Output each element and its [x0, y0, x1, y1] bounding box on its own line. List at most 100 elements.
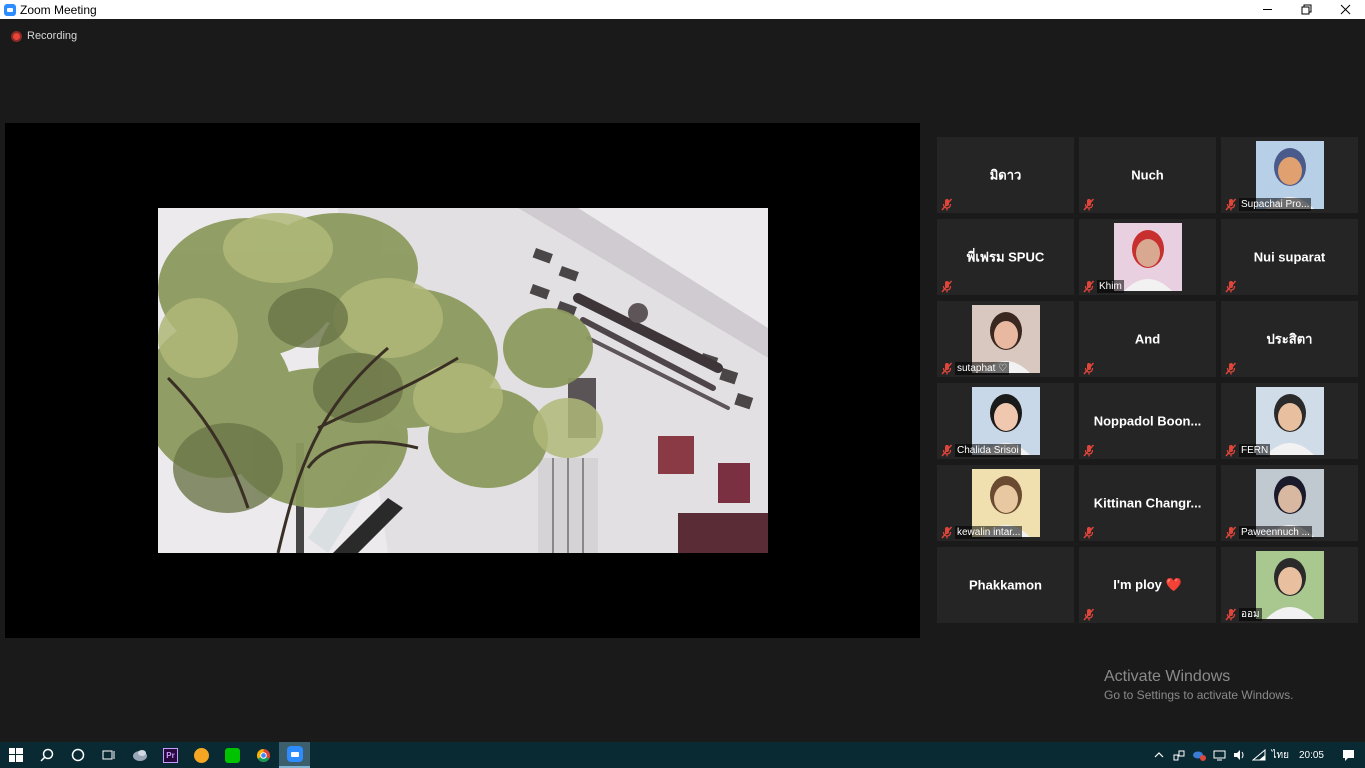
speaker-icon — [1233, 750, 1244, 760]
wifi-tray[interactable] — [1249, 742, 1269, 768]
chrome-button[interactable] — [248, 742, 279, 768]
participant-footer — [1082, 444, 1095, 457]
participant-name: มิดาว — [989, 167, 1022, 183]
participant-footer: kewalin intar... — [940, 526, 1023, 539]
participant-tile[interactable]: sutaphat ♡ — [937, 301, 1074, 377]
muted-mic-icon — [1225, 444, 1237, 457]
participant-tile[interactable]: Supachai Pro... — [1221, 137, 1358, 213]
activate-windows-title: Activate Windows — [1104, 668, 1231, 685]
participant-tile[interactable]: FERN — [1221, 383, 1358, 459]
line-button[interactable] — [217, 742, 248, 768]
windows-start-icon — [8, 748, 23, 762]
participant-name: Nui suparat — [1253, 249, 1326, 265]
participant-name: พี่เฟรม SPUC — [966, 249, 1045, 265]
cortana-button[interactable] — [62, 742, 93, 768]
participant-tile[interactable]: มิดาว — [937, 137, 1074, 213]
building-video-image — [158, 208, 768, 553]
minimize-button[interactable] — [1248, 0, 1287, 19]
search-button[interactable] — [31, 742, 62, 768]
close-button[interactable] — [1326, 0, 1365, 19]
line-icon — [225, 747, 240, 763]
muted-mic-icon — [1225, 198, 1237, 211]
participant-name: Phakkamon — [969, 577, 1042, 593]
participant-name: Khim — [1097, 280, 1124, 293]
taskbar-app-button[interactable] — [124, 742, 155, 768]
display-tray[interactable] — [1209, 742, 1229, 768]
participant-tile[interactable]: ประสิตา — [1221, 301, 1358, 377]
participant-footer — [1082, 526, 1095, 539]
recording-indicator[interactable]: Recording — [11, 30, 77, 42]
muted-mic-icon — [1225, 280, 1237, 293]
participant-tile[interactable]: I'm ploy ❤️ — [1079, 547, 1216, 623]
participant-name: Supachai Pro... — [1239, 198, 1312, 211]
action-center-button[interactable] — [1332, 742, 1365, 768]
task-view-icon — [102, 750, 114, 760]
language-indicator[interactable]: ไทย — [1269, 742, 1290, 768]
search-icon — [39, 748, 53, 762]
restore-button[interactable] — [1287, 0, 1326, 19]
task-view-button[interactable] — [93, 742, 124, 768]
window-controls — [1248, 0, 1365, 19]
muted-mic-icon — [941, 280, 953, 293]
premiere-button[interactable]: Pr — [155, 742, 186, 768]
participant-tile[interactable]: And — [1079, 301, 1216, 377]
start-button[interactable] — [0, 742, 31, 768]
chrome-icon — [256, 748, 271, 762]
participant-tile[interactable]: Nuch — [1079, 137, 1216, 213]
participant-tile[interactable]: ออม — [1221, 547, 1358, 623]
participant-footer — [940, 280, 953, 293]
browser-icon — [194, 747, 209, 763]
zoom-taskbar-button[interactable] — [279, 742, 310, 768]
system-tray: ไทย 20:05 — [1149, 742, 1365, 768]
muted-mic-icon — [1083, 526, 1095, 539]
title-bar: Zoom Meeting — [0, 0, 1365, 19]
participant-footer — [1082, 362, 1095, 375]
participant-tile[interactable]: kewalin intar... — [937, 465, 1074, 541]
taskbar-clock[interactable]: 20:05 — [1291, 750, 1332, 761]
participant-tile[interactable]: Nui suparat — [1221, 219, 1358, 295]
network-tray[interactable] — [1169, 742, 1189, 768]
close-icon — [1340, 4, 1351, 15]
participant-tile[interactable]: Khim — [1079, 219, 1216, 295]
muted-mic-icon — [941, 362, 953, 375]
participant-tile[interactable]: Kittinan Changr... — [1079, 465, 1216, 541]
participant-name: sutaphat ♡ — [955, 362, 1010, 375]
participant-tile[interactable]: Noppadol Boon... — [1079, 383, 1216, 459]
muted-mic-icon — [1083, 362, 1095, 375]
participant-footer — [1224, 280, 1237, 293]
participant-footer — [940, 198, 953, 211]
chevron-up-icon — [1155, 752, 1164, 758]
participant-name: Nuch — [1131, 167, 1164, 183]
participant-name: ออม — [1239, 608, 1262, 621]
muted-mic-icon — [1083, 444, 1095, 457]
record-icon — [11, 30, 22, 42]
participant-name: Noppadol Boon... — [1093, 413, 1202, 429]
wifi-icon — [1252, 749, 1266, 761]
minimize-icon — [1263, 9, 1272, 10]
app-icon — [132, 750, 147, 761]
volume-tray[interactable] — [1229, 742, 1249, 768]
muted-mic-icon — [941, 198, 953, 211]
participant-name: And — [1134, 331, 1161, 347]
browser-button[interactable] — [186, 742, 217, 768]
muted-mic-icon — [941, 526, 953, 539]
participant-tile[interactable]: พี่เฟรม SPUC — [937, 219, 1074, 295]
participant-footer — [1082, 198, 1095, 211]
participant-name: I'm ploy ❤️ — [1113, 577, 1182, 592]
windows-taskbar: Pr ไทย 20:05 — [0, 742, 1365, 768]
participant-footer: sutaphat ♡ — [940, 362, 1010, 375]
participant-tile[interactable]: Chalida Srisoi — [937, 383, 1074, 459]
show-hidden-icons[interactable] — [1149, 742, 1169, 768]
window-title: Zoom Meeting — [20, 2, 97, 17]
restore-icon — [1301, 4, 1312, 15]
participant-footer — [1082, 608, 1095, 621]
participant-footer: Khim — [1082, 280, 1124, 293]
onedrive-tray[interactable] — [1189, 742, 1209, 768]
muted-mic-icon — [941, 444, 953, 457]
shared-video — [158, 208, 768, 553]
participant-tile[interactable]: Paweennuch ... — [1221, 465, 1358, 541]
muted-mic-icon — [1083, 198, 1095, 211]
muted-mic-icon — [1225, 526, 1237, 539]
participant-tile[interactable]: Phakkamon — [937, 547, 1074, 623]
network-icon — [1173, 750, 1185, 761]
